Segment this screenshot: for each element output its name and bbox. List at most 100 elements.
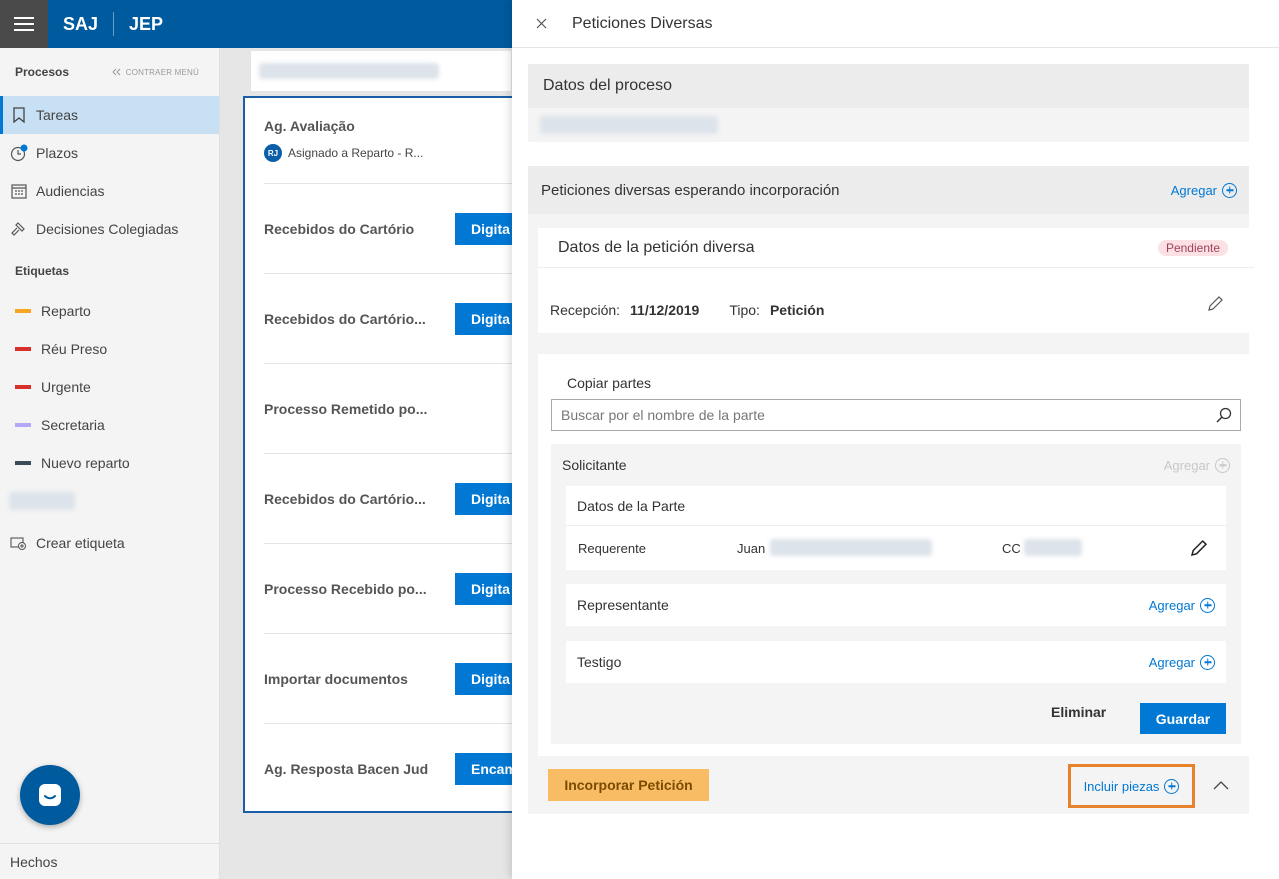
task-action-button[interactable]: Digita [455,663,512,695]
testigo-row: Testigo Agregar [566,641,1226,683]
tag-color-bar [15,347,31,351]
list-item[interactable]: Importar documentos Digita [264,634,512,724]
datos-parte-title: Datos de la Parte [566,486,1226,526]
calendar-icon [10,182,28,200]
parte-search-input[interactable] [561,407,1201,423]
sidebar: Procesos CONTRAER MENÚ Tareas Plazos Aud… [0,48,220,879]
task-action-button[interactable]: Digita [455,213,512,245]
chevron-up-icon[interactable] [1213,777,1229,793]
peticion-footer: Incorporar Petición Incluir piezas [528,764,1249,814]
tag-item-secretaria[interactable]: Secretaria [0,406,219,444]
eliminar-button[interactable]: Eliminar [1051,704,1106,720]
list-item[interactable]: Processo Remetido po... [264,364,512,454]
tag-label: Secretaria [41,417,105,433]
collapse-menu-button[interactable]: CONTRAER MENÚ [111,68,199,77]
add-circle-icon [1222,182,1237,198]
chat-launcher-button[interactable] [20,765,80,825]
parte-name: Juan [737,540,766,556]
task-action-button[interactable]: Digita [455,303,512,335]
sidebar-item-label: Audiencias [36,183,105,199]
tag-item-reu-preso[interactable]: Réu Preso [0,330,219,368]
tag-color-bar [15,423,31,427]
edit-pencil-icon[interactable] [1190,539,1208,557]
testigo-title: Testigo [577,654,622,670]
sidebar-item-tareas[interactable]: Tareas [0,96,219,134]
task-action-button[interactable]: Digita [455,573,512,605]
task-title: Importar documentos [264,670,408,687]
peticiones-section: Peticiones diversas esperando incorporac… [528,166,1254,814]
copiar-partes-title: Copiar partes [567,375,652,391]
agregar-representante-button[interactable]: Agregar [1149,597,1215,613]
task-title: Recebidos do Cartório... [264,310,426,327]
task-list: Ag. Avaliação RJ Asignado a Reparto - R.… [243,96,512,813]
datos-proceso-section: Datos del proceso [528,64,1249,142]
create-tag-label: Crear etiqueta [36,535,125,551]
search-icon[interactable] [1216,407,1232,426]
tag-item-reparto[interactable]: Reparto [0,292,219,330]
agregar-solicitante-button[interactable]: Agregar [1163,457,1230,473]
tags-section-title: Etiquetas [15,264,70,278]
list-item[interactable]: Recebidos do Cartório... Digita [264,274,512,364]
task-title: Ag. Avaliação [264,118,355,134]
close-icon[interactable] [534,17,548,31]
section-title: Datos del proceso [528,64,1249,108]
create-tag-button[interactable]: Crear etiqueta [0,524,219,562]
double-chevron-left-icon [112,68,121,76]
sidebar-item-audiencias[interactable]: Audiencias [0,172,219,210]
agregar-peticion-button[interactable]: Agregar [1170,182,1237,198]
incluir-piezas-highlight: Incluir piezas [1068,764,1195,808]
sidebar-item-plazos[interactable]: Plazos [0,134,219,172]
agregar-testigo-button[interactable]: Agregar [1149,654,1215,670]
sidebar-item-decisiones-colegiadas[interactable]: Decisiones Colegiadas [0,210,219,248]
add-circle-icon [1200,654,1215,670]
incluir-piezas-button[interactable]: Incluir piezas [1083,778,1180,794]
hamburger-menu-icon[interactable] [0,0,48,48]
tag-label: Nuevo reparto [41,455,130,471]
edit-pencil-icon[interactable] [1207,295,1224,312]
task-title: Processo Remetido po... [264,400,428,417]
footer-label: Hechos [10,853,58,870]
task-title: Ag. Resposta Bacen Jud [264,761,429,777]
status-badge: Pendiente [1157,239,1228,256]
list-item[interactable]: Recebidos do Cartório Digita [264,184,512,274]
redacted-doc-number [1024,539,1082,556]
peticiones-panel: Peticiones Diversas Datos del proceso Pe… [512,0,1279,879]
task-action-button[interactable]: Encam [455,753,512,785]
parte-search-box [551,399,1241,431]
gavel-icon [10,220,28,238]
agregar-label: Agregar [1163,457,1210,473]
copiar-partes-card: Copiar partes Solicitante Agregar Datos … [538,354,1254,756]
collapse-menu-label: CONTRAER MENÚ [125,67,199,77]
redacted-process-number [540,116,718,134]
list-item[interactable]: Processo Recebido po... Digita [264,544,512,634]
task-action-button[interactable]: Digita [455,483,512,515]
sidebar-item-label: Tareas [36,107,79,123]
main-search-field[interactable] [250,50,512,92]
agregar-label: Agregar [1170,182,1217,198]
add-tag-icon [10,534,28,552]
tag-item-nuevo-reparto[interactable]: Nuevo reparto [0,444,219,482]
peticion-card: Datos de la petición diversa Pendiente R… [538,228,1254,333]
incluir-piezas-label: Incluir piezas [1083,778,1160,794]
representante-title: Representante [577,597,669,613]
guardar-button[interactable]: Guardar [1140,703,1226,734]
add-circle-icon [1200,597,1215,613]
tag-color-bar [15,385,31,389]
chat-icon [39,784,61,806]
representante-row: Representante Agregar [566,584,1226,626]
incorporar-peticion-button[interactable]: Incorporar Petición [548,769,709,801]
avatar: RJ [264,144,282,162]
brand-jep[interactable]: JEP [114,14,178,35]
tag-item-urgente[interactable]: Urgente [0,368,219,406]
list-item[interactable]: Ag. Avaliação RJ Asignado a Reparto - R.… [264,98,512,184]
list-item[interactable]: Ag. Resposta Bacen Jud Encam [264,724,512,811]
sidebar-footer-hechos[interactable]: Hechos [0,843,219,879]
doc-type: CC [1002,540,1021,556]
assigned-label: Asignado a Reparto - R... [288,146,424,160]
list-item[interactable]: Recebidos do Cartório... Digita [264,454,512,544]
brand-saj[interactable]: SAJ [48,14,113,35]
tipo-value: Petición [769,302,825,318]
add-circle-icon [1164,778,1180,794]
tag-color-bar [15,309,31,313]
tag-item-redacted[interactable] [0,482,219,520]
